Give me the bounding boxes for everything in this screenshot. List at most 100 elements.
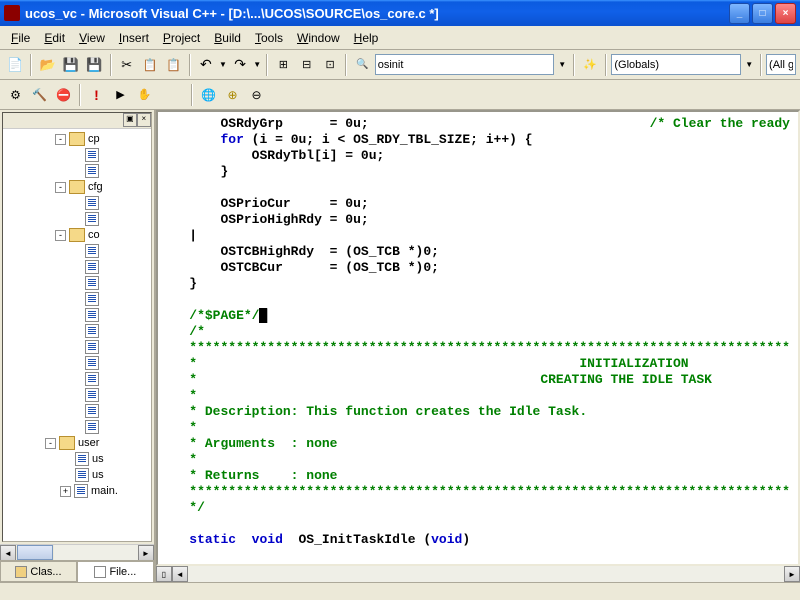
tree-file[interactable]	[5, 419, 149, 435]
tree-file[interactable]	[5, 403, 149, 419]
tree-folder-cpu[interactable]: -cp	[5, 131, 149, 147]
tree-file[interactable]	[5, 147, 149, 163]
members-combo[interactable]	[766, 54, 796, 75]
scroll-right-icon[interactable]: ►	[138, 545, 154, 561]
tree-file[interactable]	[5, 243, 149, 259]
standard-toolbar: ▼ ▼ ⊞ ⊟ ⊡ 🔍 ▼ ✨ ▼	[0, 50, 800, 80]
scroll-right-icon[interactable]: ►	[784, 566, 800, 582]
close-button[interactable]: ×	[775, 3, 796, 24]
menu-edit[interactable]: Edit	[37, 28, 72, 48]
minimize-button[interactable]: _	[729, 3, 750, 24]
scroll-left-icon[interactable]: ◄	[0, 545, 16, 561]
stop-build-button[interactable]: ⛔	[52, 84, 75, 106]
go-button[interactable]: !	[85, 84, 108, 106]
scroll-track[interactable]	[54, 545, 138, 560]
undo-dropdown[interactable]: ▼	[218, 54, 228, 76]
find-in-files-button[interactable]: 🔍	[351, 54, 373, 76]
tab-fileview[interactable]: File...	[77, 561, 154, 582]
find-combo[interactable]	[375, 54, 555, 75]
scroll-split-icon[interactable]: ▯	[156, 566, 172, 582]
tree-toolbar: ▣ ×	[3, 113, 151, 129]
tree-file[interactable]: us	[5, 451, 149, 467]
folder-label: co	[88, 229, 100, 241]
tree-folder-cfg[interactable]: -cfg	[5, 179, 149, 195]
menu-file[interactable]: File	[4, 28, 37, 48]
tree-file[interactable]	[5, 339, 149, 355]
tree-file[interactable]	[5, 195, 149, 211]
tree-close-icon[interactable]: ×	[137, 113, 151, 127]
tree-file[interactable]	[5, 259, 149, 275]
scope-combo[interactable]	[611, 54, 741, 75]
tree-file[interactable]	[5, 291, 149, 307]
separator	[191, 84, 193, 106]
new-button[interactable]	[4, 54, 26, 76]
execute-button[interactable]: ▶	[109, 84, 132, 106]
scroll-thumb[interactable]	[17, 545, 53, 560]
open-button[interactable]	[36, 54, 58, 76]
tree-file[interactable]	[5, 163, 149, 179]
tree-folder-user[interactable]: -user	[5, 435, 149, 451]
tree-dock-icon[interactable]: ▣	[123, 113, 137, 127]
paste-button[interactable]	[162, 54, 184, 76]
file-icon	[94, 566, 106, 578]
find-dropdown[interactable]: ▼	[555, 54, 569, 76]
tab-label: Clas...	[30, 566, 61, 578]
tree-file[interactable]	[5, 355, 149, 371]
menu-project[interactable]: Project	[156, 28, 207, 48]
tree-file[interactable]	[5, 275, 149, 291]
separator	[79, 84, 81, 106]
menu-bar: File Edit View Insert Project Build Tool…	[0, 26, 800, 50]
output-button[interactable]: ⊡	[319, 54, 341, 76]
tree-folder-core[interactable]: -co	[5, 227, 149, 243]
project-tree[interactable]: -cp -cfg -co -user us	[3, 129, 151, 541]
copy-button[interactable]	[139, 54, 161, 76]
compile-button[interactable]: ⚙	[4, 84, 27, 106]
web-button-3[interactable]: ⊖	[245, 84, 268, 106]
editor-text[interactable]: OSRdyGrp = 0u; /* Clear the ready for (i…	[156, 110, 800, 566]
build-button[interactable]: 🔨	[28, 84, 51, 106]
save-button[interactable]	[60, 54, 82, 76]
breakpoint-button[interactable]: ✋	[133, 84, 156, 106]
separator	[266, 54, 268, 76]
tree-file[interactable]	[5, 387, 149, 403]
tab-classview[interactable]: Clas...	[0, 561, 77, 582]
tree-file[interactable]	[5, 307, 149, 323]
tree-file-main[interactable]: +main.	[5, 483, 149, 499]
menu-tools[interactable]: Tools	[248, 28, 290, 48]
menu-window[interactable]: Window	[290, 28, 347, 48]
wizard-button[interactable]: ✨	[579, 54, 601, 76]
undo-button[interactable]	[195, 54, 217, 76]
web-button-2[interactable]: ⊕	[221, 84, 244, 106]
file-label: us	[92, 469, 104, 481]
separator	[110, 54, 112, 76]
tree-file[interactable]	[5, 371, 149, 387]
cut-button[interactable]	[116, 54, 138, 76]
separator	[573, 54, 575, 76]
folder-label: cp	[88, 133, 100, 145]
scope-dropdown[interactable]: ▼	[742, 54, 756, 76]
tab-label: File...	[109, 566, 136, 578]
redo-dropdown[interactable]: ▼	[252, 54, 262, 76]
tree-file[interactable]	[5, 323, 149, 339]
scroll-track[interactable]	[188, 566, 784, 582]
separator	[189, 54, 191, 76]
editor-scrollbar[interactable]: ▯ ◄ ►	[156, 566, 800, 582]
menu-view[interactable]: View	[72, 28, 112, 48]
tree-file[interactable]: us	[5, 467, 149, 483]
workspace-panel: ▣ × -cp -cfg -co	[0, 110, 156, 582]
scroll-left-icon[interactable]: ◄	[172, 566, 188, 582]
save-all-button[interactable]	[83, 54, 105, 76]
menu-help[interactable]: Help	[347, 28, 386, 48]
redo-button[interactable]	[229, 54, 251, 76]
code-editor: OSRdyGrp = 0u; /* Clear the ready for (i…	[156, 110, 800, 582]
menu-insert[interactable]: Insert	[112, 28, 156, 48]
menu-build[interactable]: Build	[207, 28, 248, 48]
title-bar: ucos_vc - Microsoft Visual C++ - [D:\...…	[0, 0, 800, 26]
file-label: us	[92, 453, 104, 465]
tree-scrollbar[interactable]: ◄ ►	[0, 544, 154, 560]
window-list-button[interactable]: ⊞	[272, 54, 294, 76]
tree-file[interactable]	[5, 211, 149, 227]
maximize-button[interactable]: □	[752, 3, 773, 24]
workspace-button[interactable]: ⊟	[296, 54, 318, 76]
web-button-1[interactable]: 🌐	[197, 84, 220, 106]
